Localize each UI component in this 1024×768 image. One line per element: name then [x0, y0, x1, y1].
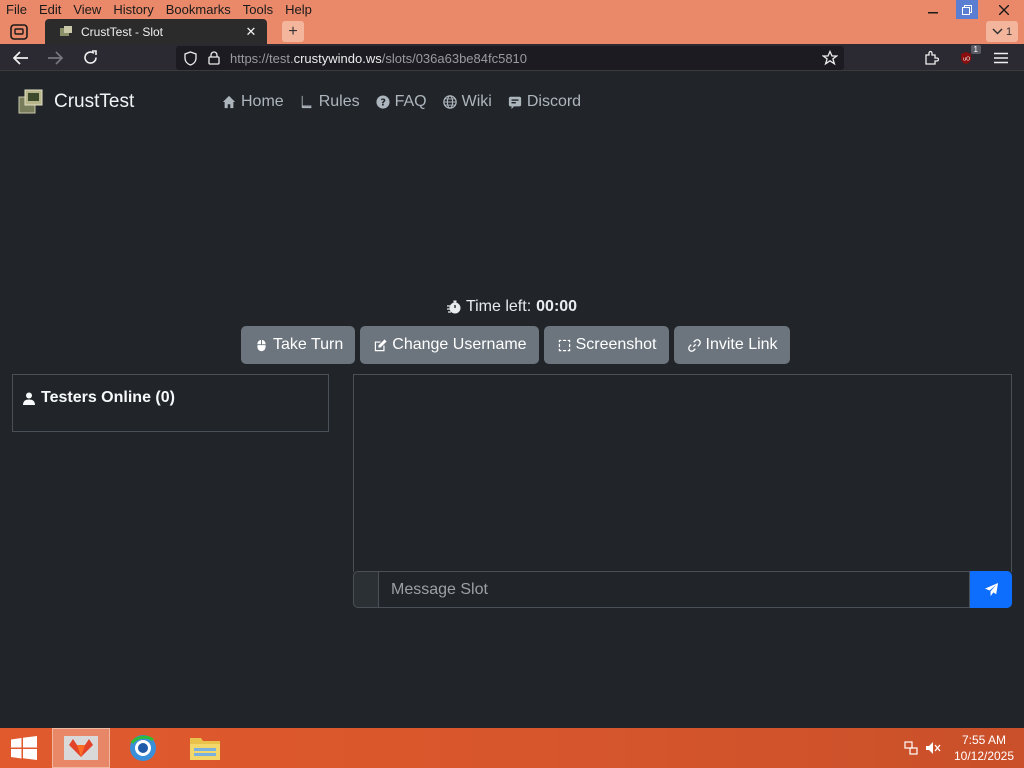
nav-faq[interactable]: ? FAQ [376, 93, 427, 111]
plus-icon: + [288, 22, 298, 40]
firefox-view-button[interactable] [6, 21, 32, 42]
taskbar-app-browser[interactable] [52, 728, 110, 768]
menu-bookmarks[interactable]: Bookmarks [160, 2, 237, 17]
restore-icon [962, 4, 972, 15]
edit-icon [375, 338, 387, 351]
chat-log[interactable] [353, 374, 1012, 572]
action-buttons: Take Turn Change Username Screenshot Inv… [241, 326, 790, 364]
volume-muted-icon[interactable] [922, 741, 944, 755]
home-icon [222, 95, 236, 109]
folder-icon [190, 738, 220, 760]
svg-text:uO: uO [963, 56, 970, 62]
question-icon: ? [376, 95, 390, 109]
crusttest-logo-icon [18, 89, 43, 114]
hamburger-icon [994, 52, 1008, 63]
browser-toolbar: https://test.crustywindo.ws/slots/036a63… [0, 44, 1024, 71]
clock-date: 10/12/2025 [953, 749, 1015, 763]
paper-plane-icon [984, 582, 998, 597]
arrow-left-icon [13, 50, 28, 65]
tab-title: CrustTest - Slot [81, 24, 164, 39]
close-icon [999, 4, 1009, 15]
globe-icon [442, 95, 457, 109]
send-button[interactable] [970, 571, 1012, 608]
user-icon [23, 392, 35, 405]
windows-taskbar: 7:55 AM 10/12/2025 [0, 728, 1024, 768]
menu-edit[interactable]: Edit [33, 2, 67, 17]
shield-icon[interactable] [180, 50, 200, 66]
site-navbar: CrustTest Home Rules ? FAQ Wiki Discord [0, 71, 1024, 133]
menu-file[interactable]: File [0, 2, 33, 17]
taskbar-app-explorer[interactable] [176, 728, 234, 768]
menu-help[interactable]: Help [279, 2, 318, 17]
gitlab-fox-icon [64, 736, 98, 760]
url-bar[interactable]: https://test.crustywindo.ws/slots/036a63… [176, 46, 844, 70]
timer-value: 00:00 [536, 298, 578, 315]
window-controls [916, 0, 1024, 19]
network-icon[interactable] [900, 741, 922, 755]
testers-online-panel: Testers Online (0) [12, 374, 329, 432]
lock-icon[interactable] [204, 51, 224, 65]
chevron-down-icon [992, 28, 1003, 35]
reload-button[interactable] [79, 47, 101, 68]
message-bar [353, 571, 1012, 608]
extension-badge: 1 [970, 45, 981, 54]
app-menu-button[interactable] [990, 47, 1012, 68]
take-turn-button[interactable]: Take Turn [241, 326, 356, 364]
menu-tools[interactable]: Tools [237, 2, 279, 17]
close-window-button[interactable] [984, 0, 1024, 19]
invite-link-button[interactable]: Invite Link [673, 326, 790, 364]
message-prefix [353, 571, 379, 608]
clock-time: 7:55 AM [961, 733, 1007, 747]
forward-button[interactable] [44, 47, 66, 68]
ublock-extension-button[interactable]: uO 1 [955, 45, 981, 68]
minimize-button[interactable] [916, 0, 950, 19]
nav-wiki[interactable]: Wiki [442, 93, 492, 111]
nav-discord[interactable]: Discord [508, 93, 581, 111]
puzzle-icon [924, 50, 939, 65]
tab-strip: CrustTest - Slot ✕ + 1 [0, 19, 1024, 44]
book-icon [301, 95, 312, 109]
tab-count: 1 [1005, 25, 1013, 38]
url-text: https://test.crustywindo.ws/slots/036a63… [230, 50, 528, 66]
menu-history[interactable]: History [107, 2, 159, 17]
link-icon [687, 338, 701, 352]
timer-label: Time left: [465, 298, 532, 315]
extensions-button[interactable] [920, 47, 942, 68]
back-button[interactable] [10, 47, 32, 68]
restore-button[interactable] [956, 0, 978, 19]
menu-view[interactable]: View [67, 2, 107, 17]
new-tab-button[interactable]: + [282, 21, 304, 42]
mouse-icon [257, 339, 266, 351]
taskbar-clock[interactable]: 7:55 AM 10/12/2025 [944, 732, 1024, 764]
crusttest-favicon-icon [60, 25, 72, 36]
system-tray: 7:55 AM 10/12/2025 [900, 728, 1024, 768]
screenshot-button[interactable]: Screenshot [543, 326, 669, 364]
testers-online-heading: Testers Online (0) [23, 389, 175, 407]
reload-icon [83, 50, 97, 64]
windows-logo-icon [11, 736, 37, 760]
stopwatch-icon [446, 300, 461, 314]
nav-rules[interactable]: Rules [300, 93, 360, 111]
site-nav-links: Home Rules ? FAQ Wiki Discord [222, 93, 581, 111]
taskbar-app-chrome[interactable] [114, 728, 172, 768]
brand-name: CrustTest [54, 91, 135, 112]
minimize-icon [928, 11, 938, 13]
brand-link[interactable]: CrustTest [18, 88, 134, 116]
discord-icon [508, 96, 521, 109]
time-left: Time left: 00:00 [0, 298, 1024, 316]
bookmark-star-icon[interactable] [820, 48, 840, 68]
start-button[interactable] [0, 728, 48, 768]
change-username-button[interactable]: Change Username [360, 326, 539, 364]
list-all-tabs-button[interactable]: 1 [986, 21, 1018, 42]
tab-close-icon[interactable]: ✕ [241, 24, 261, 40]
browser-globe-icon [130, 735, 156, 761]
svg-text:?: ? [380, 98, 386, 109]
nav-home[interactable]: Home [222, 93, 284, 111]
arrow-right-icon [48, 50, 63, 65]
message-input[interactable] [379, 571, 970, 608]
screenshot-icon [558, 339, 570, 351]
active-tab[interactable]: CrustTest - Slot ✕ [45, 19, 267, 44]
tab-overview-icon [10, 23, 28, 40]
browser-menubar: File Edit View History Bookmarks Tools H… [0, 0, 1024, 19]
